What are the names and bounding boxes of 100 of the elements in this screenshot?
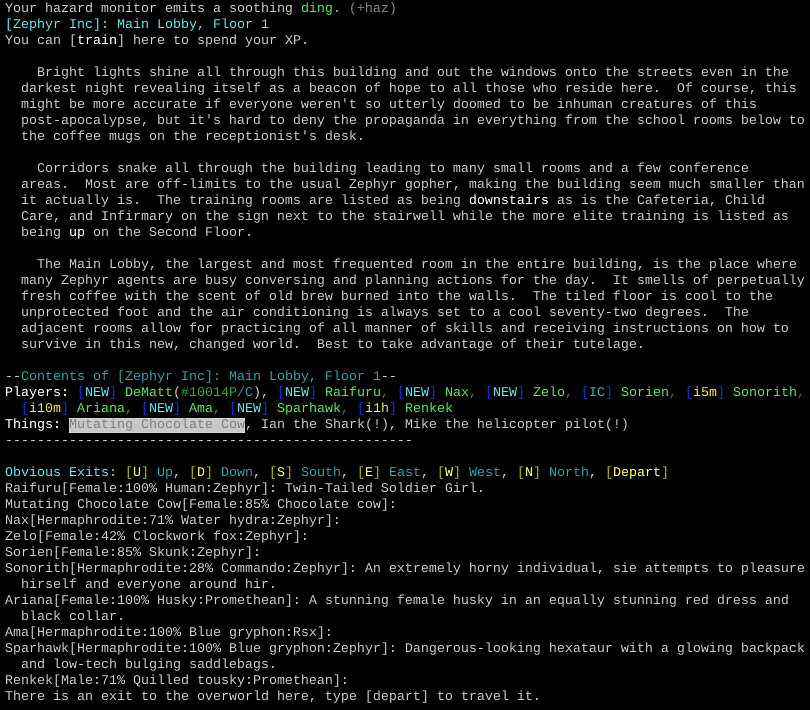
- terminal-text: , Ian the Shark(!), Mike the helicopter pilot(!): [244, 418, 629, 433]
- terminal-text: Mutating Chocolate Cow: [69, 418, 245, 433]
- terminal-text: [: [276, 386, 285, 401]
- terminal-text: darkest night revealing itself as a beacon of hope to all those who reside here. Of course, this: [20, 82, 797, 97]
- terminal-text: Care, and Infirmary on the sign next to the stairwell while the more elite training is listed as: [20, 210, 789, 225]
- terminal-text: i5m: [692, 386, 717, 401]
- terminal-text: ,: [468, 386, 478, 401]
- terminal-text: ]: [532, 466, 541, 481]
- terminal-text: ,: [420, 466, 430, 481]
- terminal-text: i10m: [28, 402, 61, 417]
- terminal-text: [: [140, 402, 149, 417]
- terminal-text: downstairs: [468, 194, 549, 209]
- terminal-text: [: [484, 386, 493, 401]
- terminal-text: ]: [172, 402, 181, 417]
- terminal-text: Your hazard monitor emits a soothing: [5, 2, 294, 17]
- terminal-text: [: [20, 402, 29, 417]
- terminal-text: #10014P: [180, 386, 237, 401]
- terminal-text: [: [580, 386, 589, 401]
- terminal-text: ,: [340, 466, 350, 481]
- terminal-text: Depart: [612, 466, 661, 481]
- terminal-text: Sorien[Female:85% Skunk:Zephyr]:: [5, 546, 261, 561]
- terminal-text: ,: [124, 402, 134, 417]
- terminal-text: Players:: [5, 386, 70, 401]
- terminal-text: ]: [60, 402, 69, 417]
- terminal-text: Obvious Exits:: [5, 466, 118, 481]
- terminal-text: ]: [660, 466, 669, 481]
- terminal-text: Raifuru[Female:100% Human:Zephyr]: Twin-Tailed Soldier Girl.: [5, 482, 485, 497]
- terminal-text: ]: [260, 402, 269, 417]
- terminal-text: ,: [588, 466, 598, 481]
- terminal-text: Up: [156, 466, 173, 481]
- terminal-text: hirself and everyone around hir.: [20, 578, 277, 593]
- terminal-text: being: [20, 226, 62, 241]
- terminal-text: fresh coffee with the scent of old brew burned into the walls. The tiled floor is cool to the: [20, 290, 773, 305]
- terminal-text: the coffee mugs on the receptionist's desk.: [20, 130, 365, 145]
- terminal-text: ,: [500, 466, 510, 481]
- terminal-text: ]: [308, 386, 317, 401]
- terminal-text: ,: [172, 466, 182, 481]
- terminal-text: IC: [588, 386, 605, 401]
- terminal-text: NEW: [404, 386, 429, 401]
- terminal-text: E: [364, 466, 373, 481]
- terminal-text: ]: [204, 466, 213, 481]
- terminal-text: [: [684, 386, 693, 401]
- terminal-text: DeMatt: [124, 386, 173, 401]
- terminal-text: ]: [140, 466, 149, 481]
- terminal-text: on the Second Floor.: [92, 226, 253, 241]
- terminal-text: S: [276, 466, 285, 481]
- terminal-text: Zelo[Female:42% Clockwork fox:Zephyr]:: [5, 530, 309, 545]
- terminal-text: Nax: [444, 386, 469, 401]
- terminal-text: There is an exit to the overworld here, type [depart] to travel it.: [5, 690, 541, 705]
- terminal-text: i1h: [364, 402, 389, 417]
- terminal-text: unprotected foot and the air conditioning is always set to a cool seventy-two degrees. The: [20, 306, 749, 321]
- terminal-text: U: [132, 466, 141, 481]
- terminal-text: Corridors snake all through the building leading to many small rooms and a few conference: [36, 162, 749, 177]
- terminal-text: Sparhawk: [276, 402, 341, 417]
- terminal-text: NEW: [148, 402, 173, 417]
- terminal-text: --: [380, 370, 397, 385]
- terminal-text: post-apocalypse, but it's hard to deny the propaganda in everything from the school rooms below to: [20, 114, 805, 129]
- terminal-text: ,: [564, 386, 574, 401]
- terminal-text: West: [468, 466, 501, 481]
- terminal-text: Contents of [Zephyr Inc]: Main Lobby, Floor 1: [21, 370, 381, 385]
- terminal-text: Zelo: [532, 386, 565, 401]
- terminal-text: You can [: [5, 34, 77, 49]
- terminal-text: W: [444, 466, 453, 481]
- terminal-text: ),: [252, 386, 270, 401]
- terminal-text: [: [516, 466, 525, 481]
- terminal-text: [: [356, 402, 365, 417]
- terminal-text: Raifuru: [324, 386, 381, 401]
- terminal-text: ]: [716, 386, 725, 401]
- terminal-text: --: [5, 370, 21, 385]
- terminal-text: many Zephyr agents are busy conversing and planning actions for the day. It smells of perpetually: [20, 274, 805, 289]
- terminal-text: ,: [252, 466, 262, 481]
- terminal-text: train: [76, 34, 117, 49]
- terminal-text: ]: [388, 402, 397, 417]
- terminal-text: (: [172, 386, 181, 401]
- terminal-text: it actually is. The training rooms are listed as being: [20, 194, 462, 209]
- terminal-text: areas. Most are off-limits to the usual Zephyr gopher, making the building seem much smaller than: [20, 178, 805, 193]
- terminal-text: East: [388, 466, 421, 481]
- terminal-text: [: [228, 402, 237, 417]
- terminal-text: [: [268, 466, 277, 481]
- terminal-text: NEW: [284, 386, 309, 401]
- terminal-text: Bright lights shine all through this building and out the windows onto the streets even in the: [36, 66, 789, 81]
- terminal-text: ,: [668, 386, 678, 401]
- terminal-text: NEW: [84, 386, 109, 401]
- terminal-text: (+haz): [348, 2, 397, 17]
- terminal-text: ]: [372, 466, 381, 481]
- terminal-text: ]: [284, 466, 293, 481]
- terminal-text: as is the Cafeteria, Child: [556, 194, 765, 209]
- terminal-text: /C: [236, 386, 253, 401]
- terminal-text: [: [396, 386, 405, 401]
- terminal-text: ] here to spend your XP.: [116, 34, 309, 49]
- terminal-text: Sorien: [620, 386, 669, 401]
- terminal-text: Ama[Hermaphrodite:100% Blue gryphon:Rsx]:: [5, 626, 333, 641]
- terminal-text: The Main Lobby, the largest and most frequented room in the entire building, is the place where: [36, 258, 797, 273]
- terminal-text: and low-tech bulging saddlebags.: [20, 658, 277, 673]
- terminal-text: [: [124, 466, 133, 481]
- terminal-text: South: [300, 466, 341, 481]
- terminal-text: ding.: [300, 2, 341, 17]
- terminal-text: North: [548, 466, 589, 481]
- terminal-text: ,: [796, 386, 805, 401]
- terminal-text: D: [196, 466, 205, 481]
